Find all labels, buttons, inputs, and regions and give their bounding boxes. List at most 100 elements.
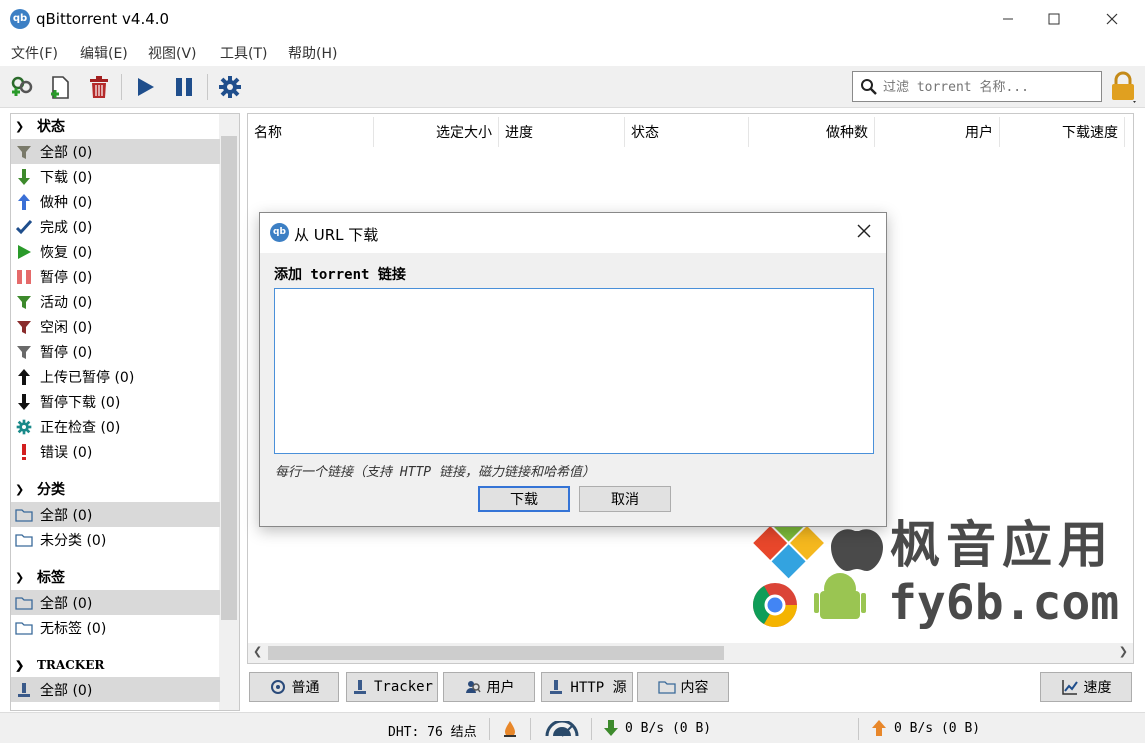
download-arrow-icon: [604, 720, 618, 736]
sidebar-item-stalled-uploading[interactable]: 上传已暂停 (0): [11, 364, 220, 389]
tab-http-sources[interactable]: HTTP 源: [541, 672, 633, 702]
folder-icon: [15, 619, 33, 637]
watermark-text: 枫音应用: [890, 516, 1114, 574]
tracker-section-header[interactable]: ❯ TRACKER: [11, 653, 221, 677]
column-peers[interactable]: 用户: [875, 117, 1000, 147]
cancel-button[interactable]: 取消: [579, 486, 671, 512]
column-status[interactable]: 状态: [625, 117, 749, 147]
scroll-left-icon[interactable]: ❮: [253, 645, 262, 658]
dialog-title: 从 URL 下载: [294, 226, 379, 244]
folder-icon: [15, 506, 33, 524]
menu-view[interactable]: 视图(V): [148, 43, 197, 63]
sidebar-item-checking[interactable]: 正在检查 (0): [11, 414, 220, 439]
menu-help[interactable]: 帮助(H): [288, 43, 337, 63]
column-progress[interactable]: 进度: [499, 117, 625, 147]
tracker-icon: [351, 678, 369, 696]
sidebar-item-resumed[interactable]: 恢复 (0): [11, 239, 220, 264]
column-download-speed[interactable]: 下载速度: [1000, 117, 1125, 147]
menu-tools[interactable]: 工具(T): [220, 43, 267, 63]
tab-label: HTTP 源: [570, 680, 627, 696]
status-section-header[interactable]: ❯ 状态: [11, 114, 221, 138]
filter-icon: [15, 143, 33, 161]
upload-speed[interactable]: 0 B/s (0 B): [894, 721, 980, 736]
sidebar-item-label: 错误 (0): [40, 444, 93, 461]
search-input[interactable]: [883, 76, 1095, 98]
sidebar-item-stalled-downloading[interactable]: 暂停下载 (0): [11, 389, 220, 414]
options-button[interactable]: [215, 72, 245, 102]
chart-icon: [1061, 678, 1079, 696]
upload-arrow-icon: [872, 720, 886, 736]
filter-sidebar: ❯ 状态 全部 (0) 下载 (0) 做种 (0) 完成 (0) 恢复 (0) …: [10, 113, 240, 711]
folder-icon: [15, 531, 33, 549]
dialog-title-bar: qb 从 URL 下载: [260, 213, 886, 253]
connection-status-icon[interactable]: [503, 720, 517, 738]
download-speed[interactable]: 0 B/s (0 B): [625, 721, 711, 736]
checkmark-icon: [15, 218, 33, 236]
delete-button[interactable]: [84, 72, 114, 102]
sidebar-item-inactive[interactable]: 空闲 (0): [11, 314, 220, 339]
sidebar-item-label: 完成 (0): [40, 219, 93, 236]
filter-gray-icon: [15, 343, 33, 361]
sidebar-scrollbar-thumb[interactable]: [221, 136, 237, 620]
sidebar-item-untagged[interactable]: 无标签 (0): [11, 615, 220, 640]
sidebar-item-tracker-all[interactable]: 全部 (0): [11, 677, 220, 702]
menu-file[interactable]: 文件(F): [11, 43, 58, 63]
sidebar-item-seeding[interactable]: 做种 (0): [11, 189, 220, 214]
close-icon: [1106, 13, 1118, 25]
tab-general[interactable]: 普通: [249, 672, 339, 702]
add-torrent-link-button[interactable]: [7, 72, 37, 102]
sidebar-item-stalled[interactable]: 暂停 (0): [11, 339, 220, 364]
tab-tracker[interactable]: Tracker: [346, 672, 438, 702]
speed-graph-button[interactable]: 速度: [1040, 672, 1132, 702]
sidebar-item-paused[interactable]: 暂停 (0): [11, 264, 220, 289]
sidebar-item-label: 正在检查 (0): [40, 419, 121, 436]
add-torrent-file-button[interactable]: [45, 72, 75, 102]
chevron-down-icon: ❯: [15, 482, 25, 496]
close-button[interactable]: [1089, 0, 1135, 38]
speed-limit-icon[interactable]: [545, 721, 579, 737]
sidebar-item-category-all[interactable]: 全部 (0): [11, 502, 220, 527]
lock-icon[interactable]: [1108, 70, 1138, 104]
sidebar-item-status-all[interactable]: 全部 (0): [11, 139, 220, 164]
download-button[interactable]: 下载: [478, 486, 570, 512]
tags-section-header[interactable]: ❯ 标签: [11, 565, 221, 589]
status-bar: DHT: 76 结点 0 B/s (0 B) 0 B/s (0 B): [0, 712, 1145, 743]
dht-nodes: DHT: 76 结点: [388, 725, 477, 740]
sidebar-item-errored[interactable]: 错误 (0): [11, 439, 220, 464]
column-name[interactable]: 名称: [248, 117, 374, 147]
tab-content[interactable]: 内容: [637, 672, 729, 702]
sidebar-scrollbar[interactable]: [219, 114, 239, 710]
sidebar-item-uncategorized[interactable]: 未分类 (0): [11, 527, 220, 552]
tags-section-title: 标签: [37, 570, 65, 586]
maximize-button[interactable]: [1031, 0, 1077, 38]
sidebar-item-tags-all[interactable]: 全部 (0): [11, 590, 220, 615]
horizontal-scrollbar[interactable]: ❮ ❯: [248, 643, 1133, 663]
pause-icon: [15, 268, 33, 286]
horizontal-scrollbar-thumb[interactable]: [268, 646, 724, 660]
sidebar-item-label: 暂停下载 (0): [40, 394, 121, 411]
sidebar-item-completed[interactable]: 完成 (0): [11, 214, 220, 239]
maximize-icon: [1048, 13, 1060, 25]
play-icon: [15, 243, 33, 261]
sidebar-item-downloading[interactable]: 下载 (0): [11, 164, 220, 189]
menu-edit[interactable]: 编辑(E): [80, 43, 128, 63]
sidebar-item-label: 未分类 (0): [40, 532, 107, 549]
column-label: 进度: [505, 125, 533, 141]
scroll-right-icon[interactable]: ❯: [1119, 645, 1128, 658]
filter-green-icon: [15, 293, 33, 311]
column-selected-size[interactable]: 选定大小: [374, 117, 499, 147]
dialog-close-button[interactable]: [852, 221, 876, 245]
column-label: 名称: [254, 125, 282, 141]
category-section-header[interactable]: ❯ 分类: [11, 477, 221, 501]
minimize-button[interactable]: [985, 0, 1031, 38]
pause-button[interactable]: [169, 72, 199, 102]
tab-label: 速度: [1083, 680, 1112, 696]
resume-button[interactable]: [130, 72, 160, 102]
sidebar-item-label: 全部 (0): [40, 595, 93, 612]
tab-peers[interactable]: 用户: [443, 672, 535, 702]
column-seeds[interactable]: 做种数: [749, 117, 875, 147]
category-section-title: 分类: [37, 482, 65, 498]
torrent-links-input[interactable]: [274, 288, 874, 454]
sidebar-item-active[interactable]: 活动 (0): [11, 289, 220, 314]
column-label: 状态: [631, 125, 659, 141]
